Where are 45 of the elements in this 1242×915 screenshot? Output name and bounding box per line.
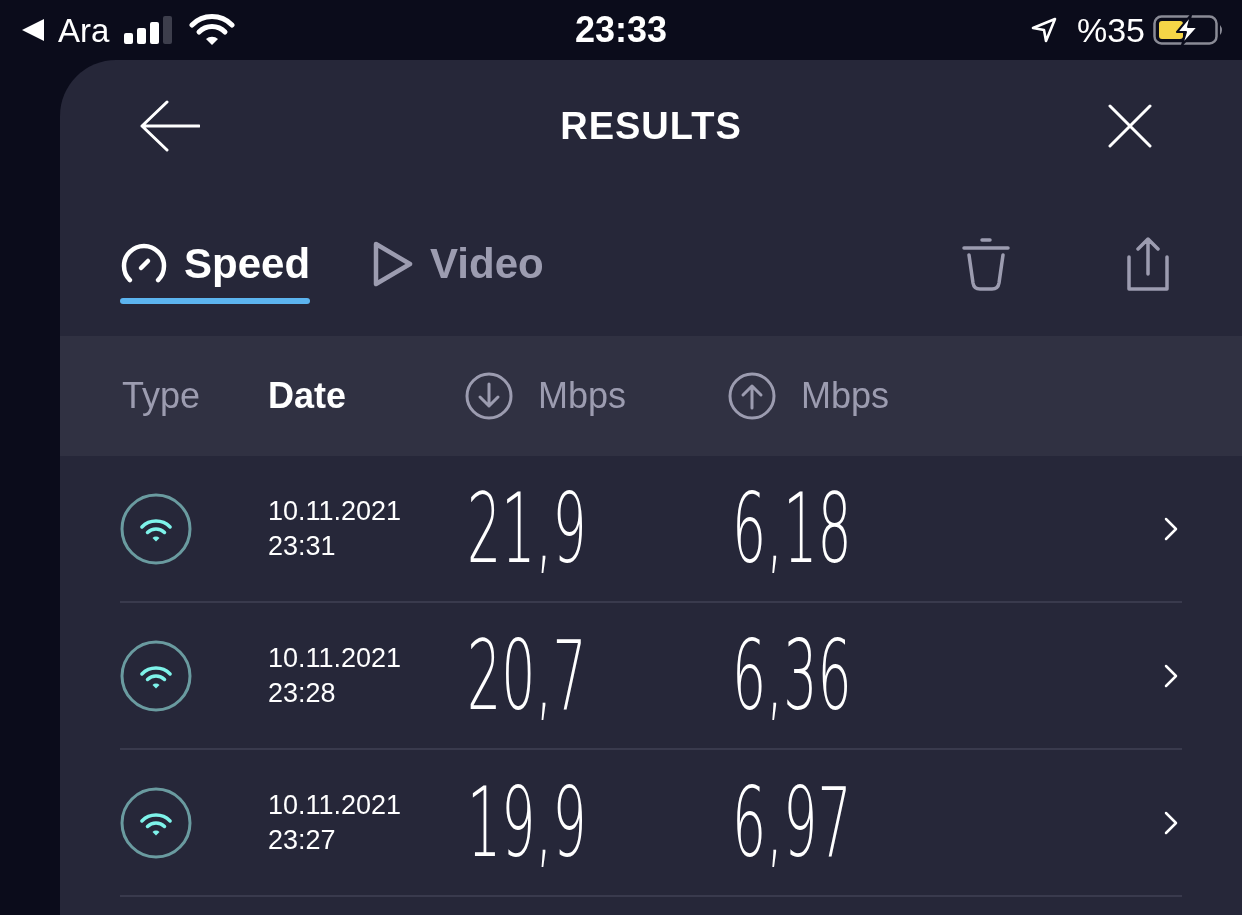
upload-speed: 6,18 xyxy=(732,480,852,577)
result-row[interactable]: 10.11.2021 23:31 21,9 6,18 xyxy=(120,456,1182,603)
time-text: 23:28 xyxy=(268,676,336,710)
column-header[interactable]: Mbps xyxy=(728,372,890,420)
chevron-right-icon[interactable] xyxy=(1164,516,1178,541)
column-header[interactable]: Type xyxy=(122,378,201,414)
tab[interactable]: Speed xyxy=(120,238,311,304)
wifi-icon xyxy=(120,492,192,565)
back-app-label[interactable]: Ara xyxy=(58,13,110,47)
download-speed: 20,7 xyxy=(467,627,587,724)
battery-icon xyxy=(1153,14,1225,46)
download-speed: 19,9 xyxy=(467,774,587,871)
back-triangle-icon[interactable] xyxy=(22,19,44,41)
time-text: 23:27 xyxy=(268,823,336,857)
share-button[interactable] xyxy=(1126,236,1170,292)
upload-speed: 6,36 xyxy=(732,627,852,724)
clock-time: 23:33 xyxy=(574,12,668,48)
battery-percent: %35 xyxy=(1076,13,1145,47)
tab[interactable]: Video xyxy=(372,238,544,304)
share-icon xyxy=(1126,236,1170,292)
column-header[interactable]: Mbps xyxy=(465,372,627,420)
column-header[interactable]: Date xyxy=(268,378,347,414)
time-text: 23:31 xyxy=(268,529,336,563)
download-speed: 21,9 xyxy=(467,480,587,577)
close-icon xyxy=(1108,104,1152,148)
date-text: 10.11.2021 xyxy=(268,494,402,528)
delete-button[interactable] xyxy=(962,237,1010,291)
date-text: 10.11.2021 xyxy=(268,641,402,675)
wifi-icon xyxy=(120,786,192,859)
signal-icon xyxy=(124,16,175,44)
result-row[interactable]: 10.11.2021 23:28 20,7 6,36 xyxy=(120,603,1182,750)
close-button[interactable] xyxy=(1108,104,1152,148)
play-icon xyxy=(372,240,415,288)
page-title: RESULTS xyxy=(560,107,742,145)
back-button[interactable] xyxy=(140,100,200,152)
upload-speed: 6,97 xyxy=(732,774,852,871)
chevron-right-icon[interactable] xyxy=(1164,810,1178,835)
date-text: 10.11.2021 xyxy=(268,788,402,822)
wifi-icon xyxy=(120,639,192,712)
location-arrow-icon xyxy=(1030,17,1057,43)
wifi-icon xyxy=(189,14,236,46)
back-arrow-icon xyxy=(140,100,200,152)
chevron-right-icon[interactable] xyxy=(1164,663,1178,688)
trash-icon xyxy=(962,237,1010,291)
result-row[interactable]: 10.11.2021 23:27 19,9 6,97 xyxy=(120,750,1182,897)
